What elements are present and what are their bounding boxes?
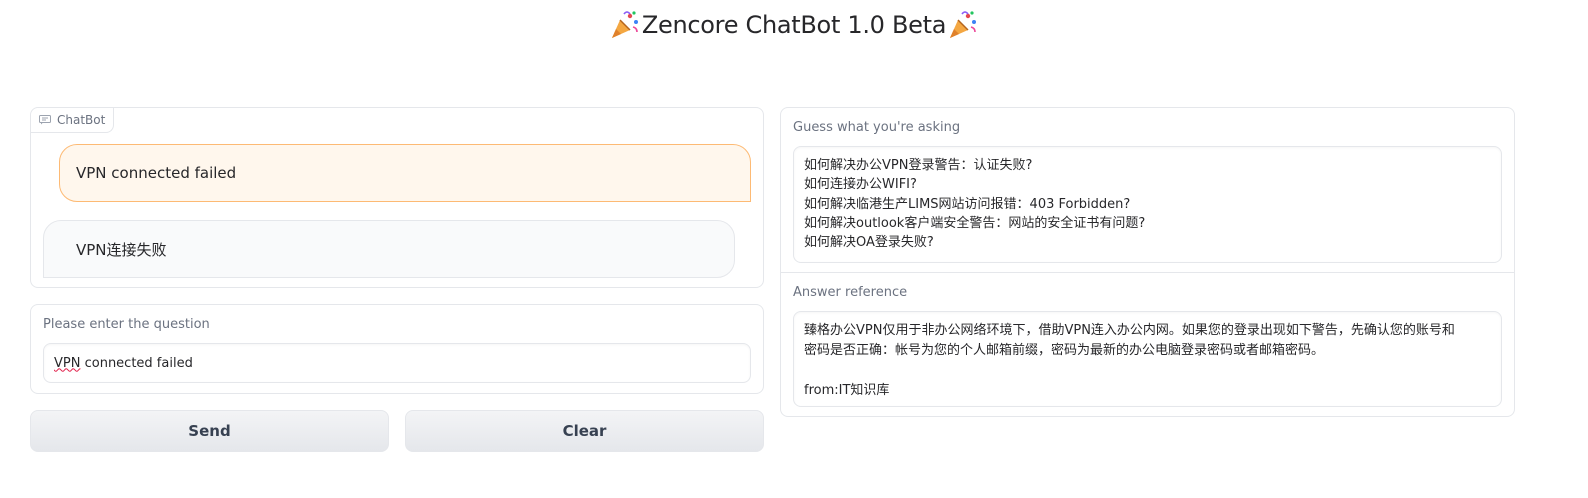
question-label: Please enter the question	[43, 317, 210, 332]
answer-line: 密码是否正确：帐号为您的个人邮箱前缀，密码为最新的办公电脑登录密码或者邮箱密码。	[804, 343, 1325, 358]
user-message: VPN connected failed	[59, 144, 751, 202]
party-popper-icon	[950, 11, 977, 38]
chatbot-label: ChatBot	[31, 108, 115, 133]
guess-line: 如何解决outlook客户端安全警告：网站的安全证书有问题?	[804, 215, 1146, 231]
guess-line: 如何解决临港生产LIMS网站访问报错：403 Forbidden?	[804, 196, 1131, 212]
answer-textbox[interactable]: 臻格办公VPN仅用于非办公网络环境下，借助VPN连入办公内网。如果您的登录出现如…	[793, 311, 1502, 407]
guess-line: 如何解决OA登录失败?	[804, 235, 934, 251]
chatbot-label-text: ChatBot	[57, 113, 106, 127]
clear-button[interactable]: Clear	[405, 410, 764, 452]
question-input[interactable]: VPN connected failed	[43, 343, 751, 383]
spellcheck-word: VPN	[54, 355, 81, 371]
answer-line	[804, 361, 1491, 381]
answer-source: from:IT知识库	[804, 383, 890, 398]
answer-line: 臻格办公VPN仅用于非办公网络环境下，借助VPN连入办公内网。如果您的登录出现如…	[804, 323, 1455, 338]
bot-message: VPN连接失败	[43, 220, 735, 278]
info-panel: Guess what you're asking 如何解决办公VPN登录警告：认…	[780, 107, 1515, 417]
guess-line: 如何解决办公VPN登录警告：认证失败?	[804, 158, 1033, 173]
party-popper-icon	[611, 11, 638, 38]
question-input-text: connected failed	[80, 355, 193, 371]
guess-textbox[interactable]: 如何解决办公VPN登录警告：认证失败? 如何连接办公WIFI? 如何解决临港生产…	[793, 146, 1502, 263]
chat-bubble-icon	[39, 115, 51, 125]
page-title-text: Zencore ChatBot 1.0 Beta	[641, 11, 947, 39]
question-input-panel: Please enter the question VPN connected …	[30, 304, 764, 394]
guess-line: 如何连接办公WIFI?	[804, 177, 917, 193]
guess-label: Guess what you're asking	[793, 120, 961, 135]
page-title: Zencore ChatBot 1.0 Beta	[0, 8, 1588, 42]
answer-label: Answer reference	[793, 285, 908, 300]
send-button[interactable]: Send	[30, 410, 389, 452]
divider	[781, 272, 1514, 273]
chatbot-panel: ChatBot VPN connected failed VPN连接失败	[30, 107, 764, 288]
